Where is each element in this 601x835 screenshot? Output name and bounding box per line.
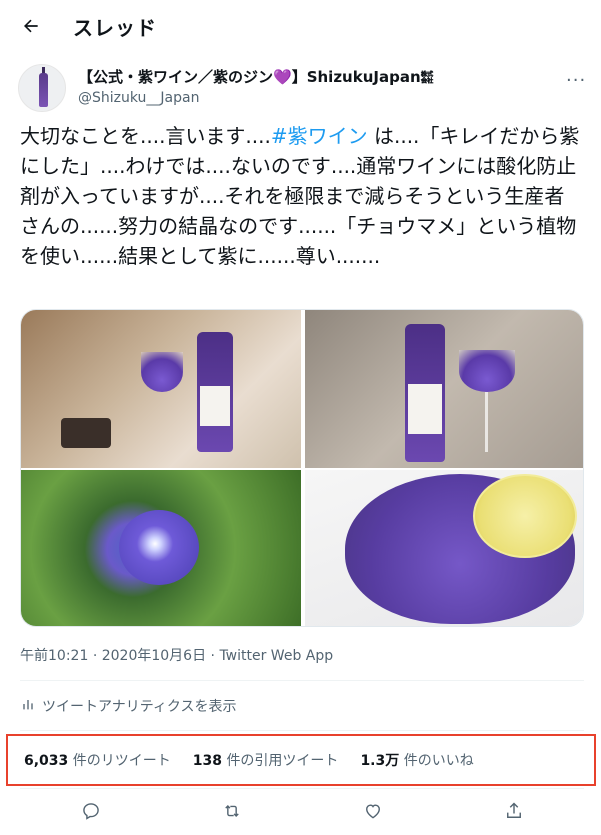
tweet-time[interactable]: 午前10:21 — [20, 648, 88, 664]
thread-header: スレッド — [0, 0, 601, 53]
purple-heart-icon: 💜 — [273, 68, 292, 86]
author-display-name[interactable]: 【公式・紫ワイン／紫のジン💜】ShizukuJapan㍿ — [78, 66, 434, 87]
author-handle[interactable]: @Shizuku__Japan — [78, 90, 199, 106]
back-arrow-icon[interactable] — [19, 14, 43, 38]
divider — [20, 730, 584, 731]
retweet-icon[interactable] — [217, 796, 247, 826]
media-photo-3[interactable] — [21, 470, 301, 626]
media-photo-2[interactable] — [305, 310, 583, 468]
share-icon[interactable] — [499, 796, 529, 826]
page-title: スレッド — [73, 16, 157, 40]
hashtag-link[interactable]: #紫ワイン — [271, 124, 368, 148]
tweet-date[interactable]: 2020年10月6日 — [102, 648, 206, 664]
media-photo-4[interactable] — [305, 470, 583, 626]
avatar[interactable] — [18, 64, 66, 112]
tweet-text: 大切なことを....言います....#紫ワイン は....「キレイだから紫にした… — [20, 124, 580, 268]
retweet-count[interactable]: 6,033 件のリツイート — [24, 750, 171, 770]
media-photo-1[interactable] — [21, 310, 301, 468]
tweet-meta: 午前10:21 · 2020年10月6日 · Twitter Web App — [20, 648, 334, 664]
media-grid — [20, 309, 584, 627]
corp-mark: ㍿ — [420, 71, 434, 86]
analytics-bar-icon — [20, 696, 36, 716]
action-bar — [20, 796, 584, 826]
engagement-stats: 6,033 件のリツイート 138 件の引用ツイート 1.3万 件のいいね — [6, 734, 596, 786]
divider — [20, 680, 584, 681]
reply-icon[interactable] — [76, 796, 106, 826]
like-icon[interactable] — [358, 796, 388, 826]
more-dots-icon[interactable]: ··· — [566, 70, 586, 91]
divider — [20, 788, 584, 789]
analytics-link[interactable]: ツイートアナリティクスを表示 — [20, 696, 236, 716]
like-count[interactable]: 1.3万 件のいいね — [360, 750, 473, 770]
quote-count[interactable]: 138 件の引用ツイート — [193, 750, 339, 770]
tweet-source[interactable]: Twitter Web App — [219, 648, 333, 664]
